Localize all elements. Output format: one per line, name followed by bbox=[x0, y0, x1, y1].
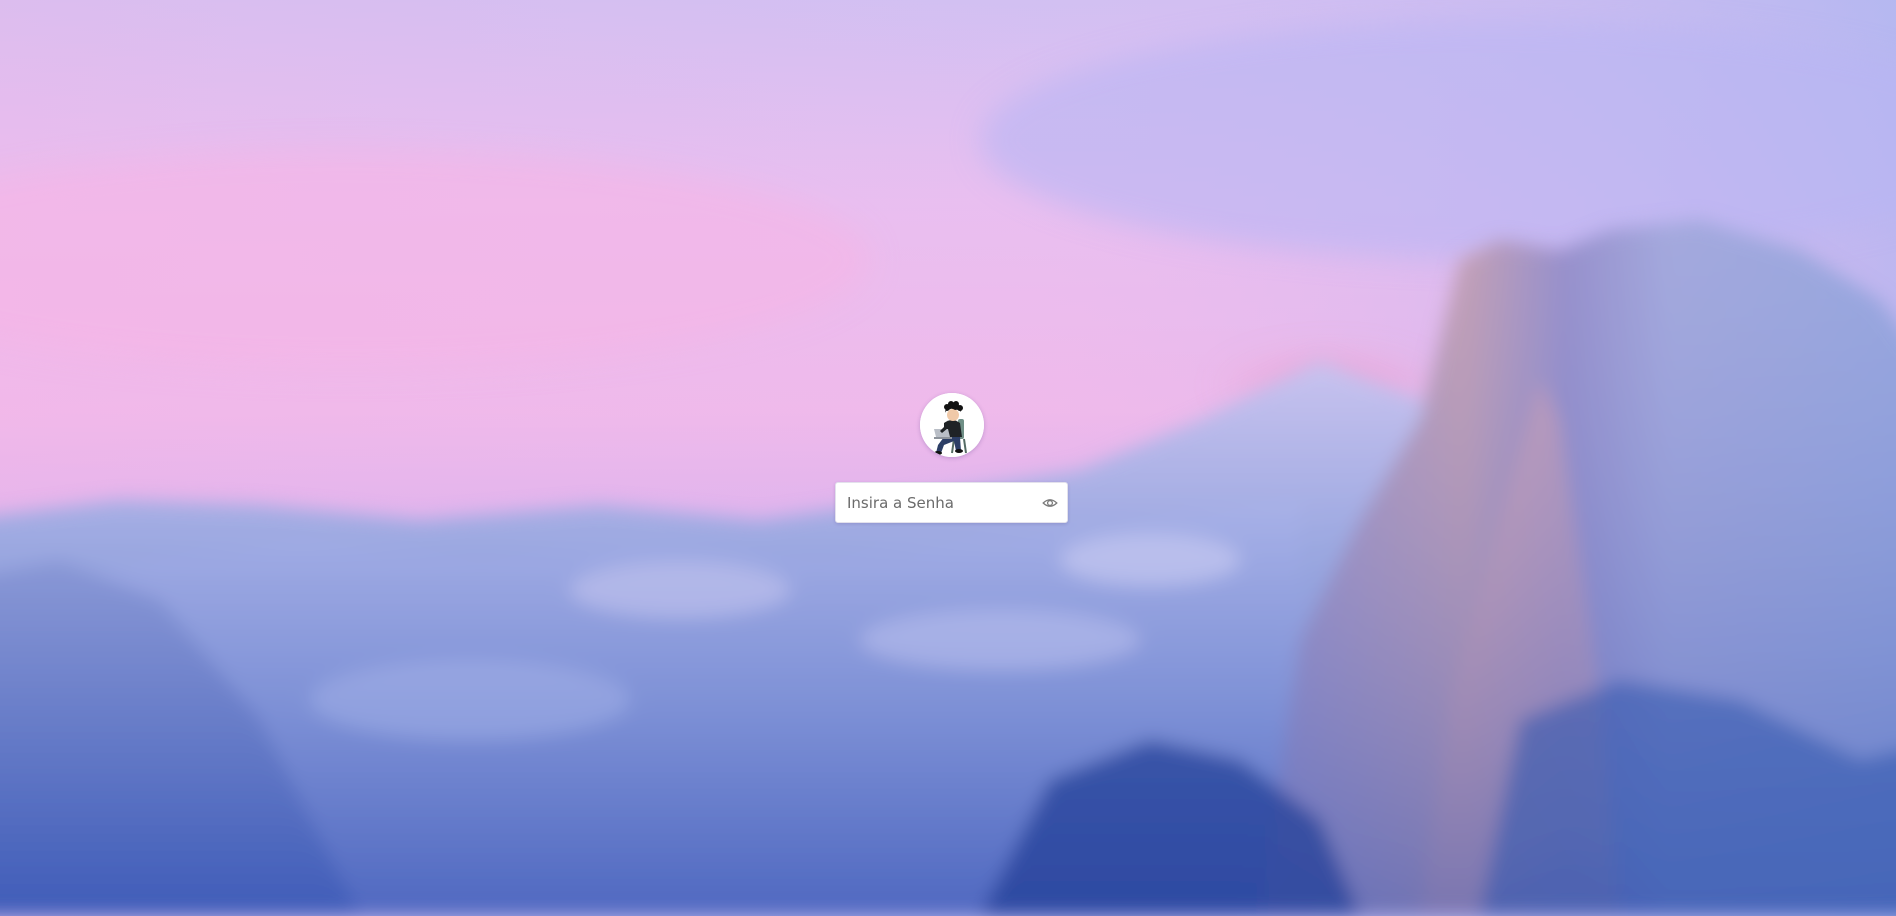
password-input[interactable] bbox=[847, 483, 1027, 522]
show-password-button[interactable] bbox=[1041, 494, 1059, 512]
password-field[interactable] bbox=[835, 482, 1068, 523]
lock-screen bbox=[0, 0, 1896, 916]
user-avatar bbox=[920, 393, 984, 457]
eye-icon bbox=[1042, 499, 1058, 507]
login-panel bbox=[835, 393, 1070, 525]
avatar-illustration bbox=[920, 393, 984, 457]
